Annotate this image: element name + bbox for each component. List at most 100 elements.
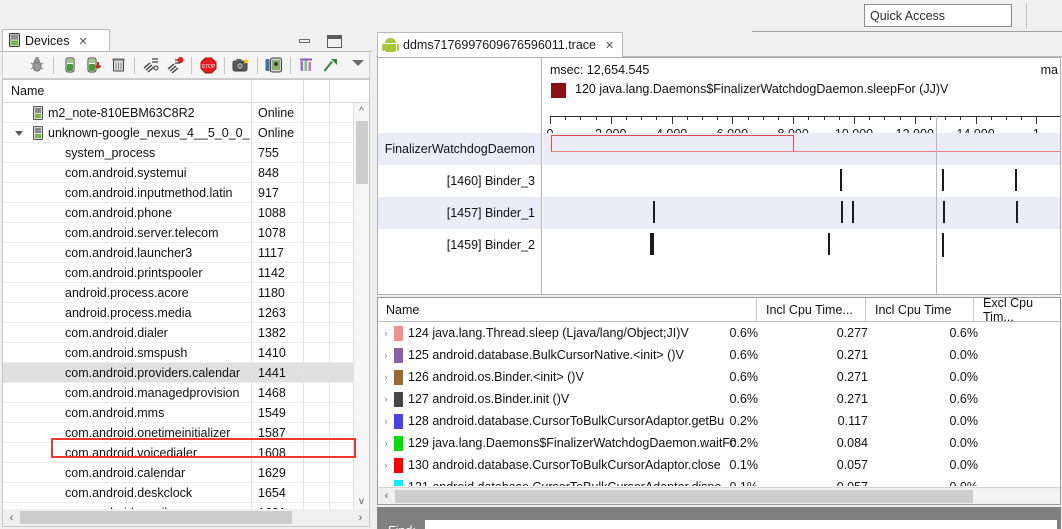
column-header-name[interactable]: Name [3, 84, 251, 98]
profile-column-incl-pct[interactable]: Incl Cpu Time... [766, 303, 853, 317]
timeline-cursor[interactable] [936, 116, 937, 294]
timeline-call-mark[interactable] [653, 201, 655, 223]
device-row[interactable]: com.android.dialer1382 [3, 323, 355, 343]
scroll-down-arrow[interactable]: v [354, 493, 369, 509]
update-heap-icon[interactable] [59, 55, 81, 76]
dump-view-hierarchy-icon[interactable] [263, 55, 285, 76]
excl-cpu-time-pct: 0.6% [888, 326, 978, 340]
device-row[interactable]: com.android.onetimeinitializer1587 [3, 423, 355, 443]
expand-row-icon[interactable]: › [378, 438, 394, 448]
devices-vertical-scrollbar[interactable]: ^ v [353, 103, 369, 509]
debug-icon[interactable] [26, 55, 48, 76]
chevron-down-icon[interactable] [15, 131, 23, 136]
start-method-profiling-icon[interactable] [164, 55, 186, 76]
device-row[interactable]: unknown-google_nexus_4__5_0_0_Online [3, 123, 355, 143]
scroll-right-arrow[interactable]: › [352, 512, 369, 524]
timeline-canvas[interactable]: msec: 12,654.545 ma 120 java.lang.Daemon… [543, 58, 1060, 294]
close-icon[interactable]: ✕ [605, 39, 614, 52]
profile-row[interactable]: ›129 java.lang.Daemons$FinalizerWatchdog… [378, 432, 1060, 454]
timeline-thread-band[interactable] [543, 133, 1060, 165]
timeline-call-mark[interactable] [840, 169, 842, 191]
timeline-thread-band[interactable] [543, 165, 1060, 197]
profile-horizontal-scrollbar[interactable]: ‹ [378, 487, 1060, 504]
timeline-call-block[interactable] [551, 135, 794, 151]
expand-row-icon[interactable]: › [378, 328, 394, 338]
expand-row-icon[interactable]: › [378, 482, 394, 486]
timeline-thread-band[interactable] [543, 229, 1060, 261]
device-row[interactable]: com.android.launcher31117 [3, 243, 355, 263]
timeline-call-mark[interactable] [841, 201, 843, 223]
dump-hprof-icon[interactable] [83, 55, 105, 76]
timeline-call-mark[interactable] [652, 233, 654, 255]
profile-row[interactable]: ›128 android.database.CursorToBulkCursor… [378, 410, 1060, 432]
quick-access-search[interactable]: Quick Access [864, 4, 1012, 27]
expand-row-icon[interactable]: › [378, 460, 394, 470]
timeline-call-mark[interactable] [1016, 201, 1018, 223]
profile-column-incl-time[interactable]: Incl Cpu Time [875, 303, 951, 317]
scroll-up-arrow[interactable]: ^ [354, 103, 369, 119]
maximize-button[interactable] [327, 35, 342, 48]
timeline-call-mark[interactable] [942, 169, 944, 191]
horizontal-scroll-thumb[interactable] [20, 511, 292, 524]
minimize-button[interactable] [299, 39, 310, 43]
profile-row[interactable]: ›125 android.database.BulkCursorNative.<… [378, 344, 1060, 366]
device-row[interactable]: com.android.inputmethod.latin917 [3, 183, 355, 203]
device-row[interactable]: com.android.mms1549 [3, 403, 355, 423]
profile-column-excl-pct[interactable]: Excl Cpu Tim... [983, 296, 1060, 324]
cause-gc-icon[interactable] [107, 55, 129, 76]
tab-devices[interactable]: Devices ✕ [2, 29, 110, 52]
timeline-thread-label[interactable]: [1457] Binder_1 [378, 197, 541, 229]
system-information-icon[interactable] [296, 55, 318, 76]
device-row[interactable]: com.android.providers.calendar1441 [3, 363, 355, 383]
device-name-label: unknown-google_nexus_4__5_0_0_ [48, 126, 250, 140]
timeline-call-mark[interactable] [828, 233, 830, 255]
timeline-thread-label[interactable]: [1459] Binder_2 [378, 229, 541, 261]
tab-trace-file[interactable]: ddms7176997609676596011.trace ✕ [377, 32, 623, 57]
scroll-left-arrow[interactable]: ‹ [378, 490, 395, 502]
find-input[interactable] [425, 520, 1057, 529]
view-menu-icon[interactable] [352, 60, 364, 66]
profile-column-name[interactable]: Name [386, 303, 419, 317]
top-toolbar-strip: Quick Access [376, 0, 1062, 32]
timeline-call-mark[interactable] [943, 201, 945, 223]
device-row[interactable]: com.android.smspush1410 [3, 343, 355, 363]
device-row[interactable]: com.android.calendar1629 [3, 463, 355, 483]
device-row[interactable]: com.android.printspooler1142 [3, 263, 355, 283]
timeline-thread-band[interactable] [543, 197, 1060, 229]
device-row[interactable]: m2_note-810EBM63C8R2Online [3, 103, 355, 123]
profile-row[interactable]: ›130 android.database.CursorToBulkCursor… [378, 454, 1060, 476]
timeline-thread-label[interactable]: FinalizerWatchdogDaemon [378, 133, 541, 165]
device-row[interactable]: com.android.deskclock1654 [3, 483, 355, 503]
scroll-left-arrow[interactable]: ‹ [3, 512, 20, 524]
capture-opengl-icon[interactable] [320, 55, 342, 76]
profile-row[interactable]: ›124 java.lang.Thread.sleep (Ljava/lang/… [378, 322, 1060, 344]
stop-process-icon[interactable]: STOP [197, 55, 219, 76]
vertical-scroll-thumb[interactable] [356, 121, 368, 184]
devices-horizontal-scrollbar[interactable]: ‹ › [3, 509, 369, 526]
device-row[interactable]: com.android.phone1088 [3, 203, 355, 223]
timeline-call-mark[interactable] [1015, 169, 1017, 191]
expand-row-icon[interactable]: › [378, 372, 394, 382]
device-row[interactable]: com.android.managedprovision1468 [3, 383, 355, 403]
device-row[interactable]: com.android.voicedialer1608 [3, 443, 355, 463]
update-threads-icon[interactable] [140, 55, 162, 76]
device-row[interactable]: android.process.media1263 [3, 303, 355, 323]
timeline-call-mark[interactable] [942, 233, 944, 257]
expand-row-icon[interactable]: › [378, 350, 394, 360]
close-icon[interactable]: ✕ [78, 35, 87, 48]
profile-scroll-track[interactable] [395, 490, 1060, 503]
timeline-call-mark[interactable] [852, 201, 854, 223]
expand-row-icon[interactable]: › [378, 416, 394, 426]
profile-row[interactable]: ›131 android.database.CursorToBulkCursor… [378, 476, 1060, 486]
device-row[interactable]: com.android.server.telecom1078 [3, 223, 355, 243]
screen-capture-icon[interactable] [230, 55, 252, 76]
profile-scroll-thumb[interactable] [395, 490, 973, 503]
device-row[interactable]: com.android.systemui848 [3, 163, 355, 183]
profile-row[interactable]: ›126 android.os.Binder.<init> ()V0.6%0.2… [378, 366, 1060, 388]
timeline-thread-label[interactable]: [1460] Binder_3 [378, 165, 541, 197]
profile-row[interactable]: ›127 android.os.Binder.init ()V0.6%0.271… [378, 388, 1060, 410]
expand-row-icon[interactable]: › [378, 394, 394, 404]
device-row[interactable]: android.process.acore1180 [3, 283, 355, 303]
device-row[interactable]: system_process755 [3, 143, 355, 163]
horizontal-scroll-track[interactable] [20, 511, 352, 524]
